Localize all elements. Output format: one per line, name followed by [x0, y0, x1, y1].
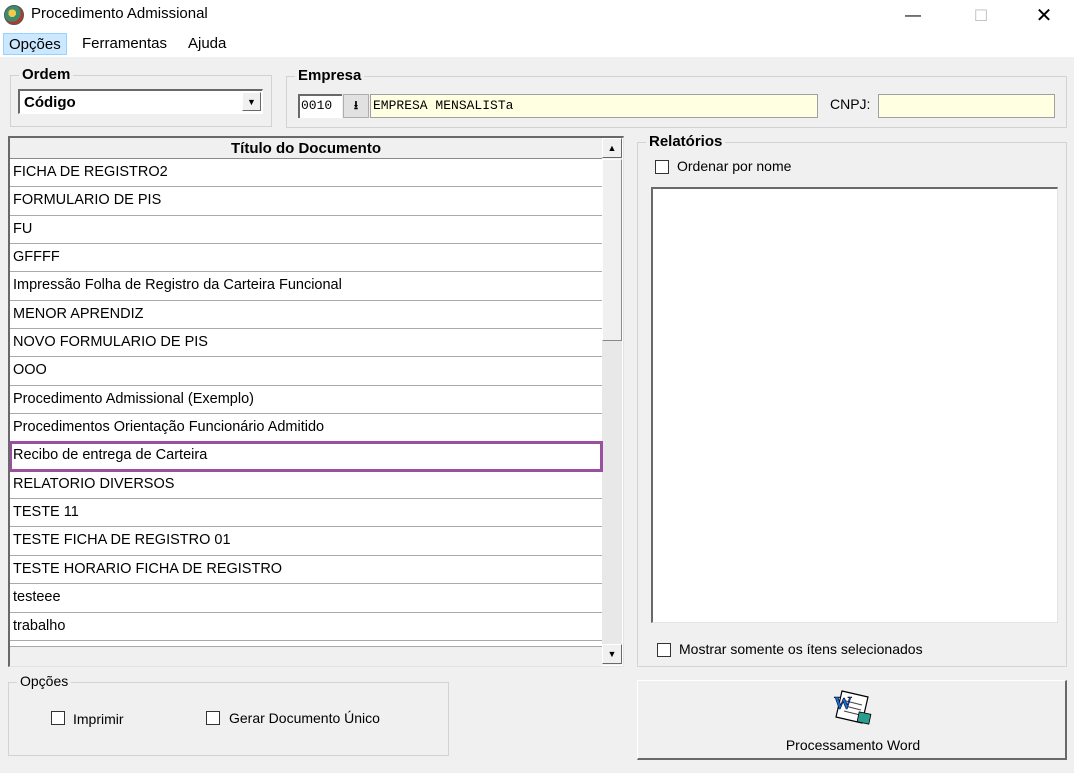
ordem-selected-value: Código [24, 94, 76, 111]
cnpj-field [878, 94, 1055, 118]
scroll-up-arrow-icon[interactable]: ▲ [602, 138, 622, 158]
menu-ferramentas[interactable]: Ferramentas [77, 33, 172, 55]
document-row[interactable]: Procedimentos Orientação Funcionário Adm… [10, 414, 602, 443]
document-row[interactable]: TESTE HORARIO FICHA DE REGISTRO [10, 556, 602, 585]
empresa-lookup-button[interactable]: ⭳ [343, 94, 369, 118]
scroll-thumb[interactable] [602, 159, 622, 341]
ordem-select[interactable]: Código ▼ [18, 89, 263, 114]
menu-bar: Opções Ferramentas Ajuda [0, 31, 1074, 57]
ordenar-por-nome-label[interactable]: Ordenar por nome [677, 158, 791, 174]
document-row[interactable]: Recibo de entrega de Carteira [10, 441, 603, 472]
ordem-label: Ordem [19, 66, 74, 83]
title-bar: Procedimento Admissional — ☐ ✕ [0, 0, 1074, 31]
close-button[interactable]: ✕ [1021, 0, 1067, 31]
empresa-name-field: EMPRESA MENSALISTa [370, 94, 818, 118]
document-row[interactable]: TESTE FICHA DE REGISTRO 01 [10, 527, 602, 556]
document-row[interactable]: Impressão Folha de Registro da Carteira … [10, 272, 602, 301]
document-list[interactable]: Título do Documento FICHA DE REGISTRO2 FO… [8, 136, 624, 667]
scroll-track[interactable] [602, 341, 622, 644]
document-row[interactable]: Procedimento Admissional (Exemplo) [10, 386, 602, 415]
menu-ajuda[interactable]: Ajuda [183, 33, 231, 55]
document-row[interactable]: RELATORIO DIVERSOS [10, 471, 602, 500]
document-row[interactable]: GFFFF [10, 244, 602, 273]
chevron-down-icon[interactable]: ▼ [242, 92, 261, 111]
document-row[interactable]: testeee [10, 584, 602, 613]
mostrar-selecionados-label[interactable]: Mostrar somente os ítens selecionados [679, 641, 923, 657]
document-row[interactable]: NOVO FORMULARIO DE PIS [10, 329, 602, 358]
relatorios-list[interactable] [651, 187, 1058, 623]
scroll-down-arrow-icon[interactable]: ▼ [602, 644, 622, 664]
ordenar-por-nome-checkbox[interactable] [655, 160, 669, 174]
processamento-word-label: Processamento Word [785, 737, 921, 753]
app-globe-icon [4, 5, 24, 25]
relatorios-label: Relatórios [646, 133, 726, 150]
document-row[interactable]: TESTE 11 [10, 499, 602, 528]
document-row[interactable]: OOO [10, 357, 602, 386]
document-row[interactable]: FICHA DE REGISTRO2 [10, 159, 602, 188]
gerar-documento-unico-checkbox[interactable] [206, 711, 220, 725]
menu-opcoes[interactable]: Opções [3, 33, 67, 55]
empresa-code-field[interactable]: 0010 [298, 94, 342, 118]
gerar-documento-unico-label[interactable]: Gerar Documento Único [229, 710, 380, 726]
document-title-column-header[interactable]: Título do Documento [10, 138, 602, 159]
document-row[interactable]: MENOR APRENDIZ [10, 301, 602, 330]
imprimir-checkbox[interactable] [51, 711, 65, 725]
document-row[interactable]: trabalho [10, 613, 602, 641]
imprimir-label[interactable]: Imprimir [73, 711, 124, 727]
word-document-icon: W [834, 690, 872, 725]
document-row[interactable]: FU [10, 216, 602, 245]
vertical-scrollbar[interactable]: ▲ ▼ [602, 138, 622, 665]
processamento-word-button[interactable]: W Processamento Word [637, 680, 1067, 760]
document-row[interactable]: FORMULARIO DE PIS [10, 187, 602, 216]
minimize-button[interactable]: — [890, 0, 936, 31]
window-title: Procedimento Admissional [31, 5, 208, 22]
svg-text:W: W [834, 693, 852, 713]
cnpj-label: CNPJ: [830, 96, 871, 112]
document-rows: FICHA DE REGISTRO2 FORMULARIO DE PIS FU GFF… [10, 159, 603, 641]
maximize-button[interactable]: ☐ [958, 0, 1004, 31]
empresa-label: Empresa [295, 67, 365, 84]
opcoes-label: Opções [17, 673, 72, 689]
mostrar-selecionados-checkbox[interactable] [657, 643, 671, 657]
horizontal-scrollbar[interactable] [10, 646, 602, 666]
download-arrow-icon: ⭳ [353, 97, 359, 112]
